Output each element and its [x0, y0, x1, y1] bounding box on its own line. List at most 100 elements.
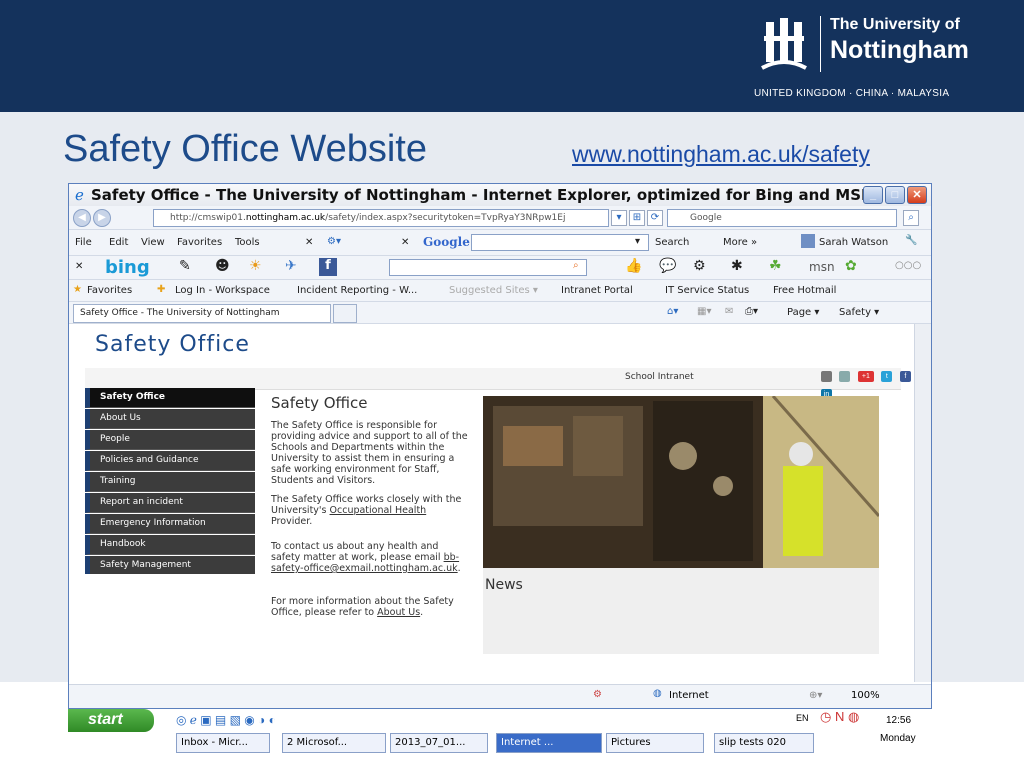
google-plus-icon[interactable]: +1 — [857, 371, 874, 382]
slide-link[interactable]: www.nottingham.ac.uk/safety — [572, 141, 870, 168]
email-icon[interactable] — [839, 371, 851, 382]
more-icon[interactable]: ○○○ — [895, 260, 921, 271]
toolbar-app-icon[interactable]: ✱ — [731, 258, 743, 274]
new-tab-button[interactable] — [333, 304, 357, 323]
menu-file[interactable]: File — [75, 237, 92, 248]
menu-tools[interactable]: Tools — [235, 237, 260, 248]
zoom-level[interactable]: 100% — [851, 690, 880, 701]
facebook-icon[interactable]: f — [319, 258, 337, 276]
taskbar-photo[interactable]: slip tests 020 — [714, 733, 814, 753]
quick-launch-icons[interactable]: ◎ ℯ ▣ ▤ ▧ ◉ ◑ ◐ — [176, 713, 276, 727]
mail-icon[interactable]: ✉ — [725, 306, 733, 317]
taskbar-internet[interactable]: Internet ... — [496, 733, 602, 753]
address-dropdown[interactable]: ▾ — [611, 210, 627, 226]
wrench-icon[interactable]: 🔧 — [905, 235, 917, 246]
side-navigation: Safety Office About Us People Policies a… — [85, 388, 255, 576]
language-indicator[interactable]: EN — [796, 713, 809, 723]
nav-emergency[interactable]: Emergency Information — [85, 514, 255, 534]
home-icon[interactable]: ⌂▾ — [667, 306, 678, 317]
more-button[interactable]: More » — [723, 237, 757, 248]
facebook-icon[interactable]: f — [899, 371, 911, 382]
menu-favorites[interactable]: Favorites — [177, 237, 222, 248]
page-menu[interactable]: Page ▾ — [787, 307, 819, 318]
toolbar-app-icon[interactable]: ✈ — [285, 258, 297, 274]
protected-mode-icon[interactable]: ⊕▾ — [809, 690, 822, 701]
clock-time[interactable]: 12:56 — [886, 715, 911, 726]
nav-handbook[interactable]: Handbook — [85, 535, 255, 555]
safety-menu[interactable]: Safety ▾ — [839, 307, 879, 318]
close-button[interactable]: ✕ — [907, 186, 927, 204]
taskbar-inbox[interactable]: Inbox - Micr... — [176, 733, 270, 753]
address-input[interactable]: http://cmswip01.nottingham.ac.uk/safety/… — [153, 209, 609, 227]
print-icon[interactable]: ⎙▾ — [745, 306, 758, 317]
fav-item[interactable]: Incident Reporting - W... — [297, 285, 417, 296]
add-favorite-icon[interactable]: ✚ — [157, 284, 165, 295]
chat-icon[interactable]: 💬 — [659, 258, 676, 274]
taskbar-pdf[interactable]: 2013_07_01... — [390, 733, 488, 753]
toolbar-app-icon[interactable]: ✎ — [179, 258, 191, 274]
nav-safety-management[interactable]: Safety Management — [85, 556, 255, 576]
close-bing-icon[interactable]: ✕ — [75, 261, 83, 272]
occupational-health-link[interactable]: Occupational Health — [330, 505, 427, 516]
forward-button[interactable]: ▶ — [93, 209, 111, 227]
compat-view-icon[interactable]: ⊞ — [629, 210, 645, 226]
print-icon[interactable] — [821, 371, 832, 382]
msn-logo[interactable]: msn — [809, 260, 835, 274]
bing-logo: bing — [105, 257, 150, 278]
search-go-icon[interactable]: ⌕ — [903, 210, 919, 226]
messenger-icon[interactable]: ✿ — [845, 258, 857, 274]
nav-safety-office[interactable]: Safety Office — [85, 388, 255, 408]
fav-item[interactable]: Log In - Workspace — [175, 285, 270, 296]
close-toolbar-icon[interactable]: ✕ — [305, 237, 313, 248]
fav-item[interactable]: Suggested Sites ▾ — [449, 285, 538, 296]
hero-photo — [483, 396, 879, 568]
back-button[interactable]: ◀ — [73, 209, 91, 227]
taskbar-pictures[interactable]: Pictures — [606, 733, 704, 753]
about-us-link[interactable]: About Us — [377, 607, 420, 618]
scrollbar[interactable] — [914, 324, 931, 682]
tray-icons[interactable]: ◷ N ◍ — [820, 709, 859, 725]
weather-icon[interactable]: ☀ — [249, 258, 262, 274]
taskbar-office[interactable]: 2 Microsof... — [282, 733, 386, 753]
title-bar[interactable]: ℯ Safety Office - The University of Nott… — [69, 184, 931, 206]
bing-search-icon[interactable]: ⌕ — [573, 260, 579, 271]
fav-item[interactable]: Free Hotmail — [773, 285, 836, 296]
tab-safety-office[interactable]: Safety Office - The University of Nottin… — [73, 304, 331, 323]
tab-bar: Safety Office - The University of Nottin… — [69, 302, 931, 324]
nav-training[interactable]: Training — [85, 472, 255, 492]
close-google-icon[interactable]: ✕ — [401, 237, 409, 248]
menu-view[interactable]: View — [141, 237, 165, 248]
start-button[interactable]: start — [68, 709, 154, 732]
user-name[interactable]: Sarah Watson — [819, 237, 888, 248]
user-avatar-icon — [801, 234, 815, 248]
main-heading: Safety Office — [271, 394, 368, 412]
nav-people[interactable]: People — [85, 430, 255, 450]
fav-item[interactable]: Intranet Portal — [561, 285, 633, 296]
menu-edit[interactable]: Edit — [109, 237, 128, 248]
like-icon[interactable]: 👍 — [625, 258, 642, 274]
search-button[interactable]: Search — [655, 237, 689, 248]
bing-toolbar: ✕ bing ✎ ☻ ☀ ✈ f ⌕ 👍 💬 ⚙ ✱ ☘ msn ✿ ○○○ — [69, 256, 931, 280]
refresh-icon[interactable]: ⟳ — [647, 210, 663, 226]
contact-paragraph: To contact us about any health and safet… — [271, 541, 461, 574]
feeds-icon[interactable]: ▦▾ — [697, 306, 711, 317]
toolbar-app-icon[interactable]: ☘ — [769, 258, 782, 274]
google-search-input[interactable] — [471, 234, 649, 251]
fav-item[interactable]: IT Service Status — [665, 285, 749, 296]
school-intranet-link[interactable]: School Intranet — [625, 372, 694, 382]
nav-report-incident[interactable]: Report an incident — [85, 493, 255, 513]
favorites-label[interactable]: Favorites — [87, 285, 132, 296]
intro-paragraph: The Safety Office is responsible for pro… — [271, 420, 468, 486]
bing-search-input[interactable] — [389, 259, 587, 276]
settings-icon[interactable]: ⚙▾ — [327, 236, 341, 247]
nav-policies[interactable]: Policies and Guidance — [85, 451, 255, 471]
twitter-icon[interactable]: t — [881, 371, 893, 382]
search-input[interactable]: Google — [667, 209, 897, 227]
nav-about-us[interactable]: About Us — [85, 409, 255, 429]
page-content: Safety Office School Intranet +1 t f in … — [69, 324, 917, 684]
toolbar-app-icon[interactable]: ⚙ — [693, 258, 706, 274]
minimize-button[interactable]: _ — [863, 186, 883, 204]
toolbar-app-icon[interactable]: ☻ — [215, 258, 230, 274]
google-dropdown-icon[interactable]: ▾ — [635, 236, 640, 247]
maximize-button[interactable]: □ — [885, 186, 905, 204]
